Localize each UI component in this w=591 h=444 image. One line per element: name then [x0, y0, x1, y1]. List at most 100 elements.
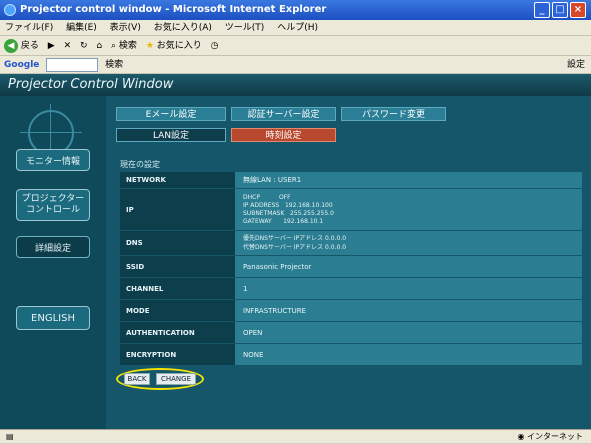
row-value: DHCP OFF IP ADDRESS 192.168.10.100 SUBNE…	[235, 189, 582, 231]
tab-lan[interactable]: LAN設定	[116, 128, 226, 142]
history-icon[interactable]: ◷	[211, 36, 219, 56]
status-bar: ▤ ◉ インターネット	[0, 429, 591, 443]
search-button[interactable]: ⌕ 検索	[111, 36, 137, 56]
browser-toolbar: ◀ 戻る ▶ ✕ ↻ ⌂ ⌕ 検索 ★ お気に入り ◷	[0, 36, 591, 56]
nav-english[interactable]: ENGLISH	[16, 306, 90, 330]
refresh-icon[interactable]: ↻	[80, 36, 88, 56]
section-title: 現在の設定	[120, 160, 160, 169]
tab-password-label: パスワード変更	[361, 110, 425, 120]
favorites-button[interactable]: ★ お気に入り	[146, 36, 202, 56]
nav-detail-settings-label: 詳細設定	[34, 243, 71, 254]
google-settings-button[interactable]: 設定	[567, 56, 585, 74]
google-toolbar: Google 検索 設定	[0, 56, 591, 74]
window-title: Projector control window - Microsoft Int…	[20, 4, 327, 15]
page-icon: ▤	[6, 432, 14, 441]
forward-button[interactable]: ▶	[48, 36, 55, 56]
maximize-button[interactable]: □	[552, 2, 568, 18]
table-row: IP DHCP OFF IP ADDRESS 192.168.10.100 SU…	[120, 189, 582, 231]
left-nav: モニター情報 プロジェクター コントロール 詳細設定 ENGLISH	[0, 96, 106, 429]
table-row: ENCRYPTION NONE	[120, 344, 582, 366]
row-key: CHANNEL	[120, 278, 235, 300]
value-line: 優先DNSサーバー IPアドレス 0.0.0.0	[243, 235, 347, 242]
app-title: Projector Control Window	[8, 77, 174, 92]
menu-edit[interactable]: 編集(E)	[61, 20, 102, 36]
menu-favorites[interactable]: お気に入り(A)	[149, 20, 217, 36]
row-key: NETWORK	[120, 172, 235, 189]
value-line: OPEN	[243, 328, 263, 337]
value-line: 代替DNSサーバー IPアドレス 0.0.0.0	[243, 244, 347, 251]
value-line: GATEWAY 192.168.10.1	[243, 217, 324, 225]
favorites-label: お気に入り	[156, 41, 202, 51]
nav-monitor-info[interactable]: モニター情報	[16, 149, 90, 171]
tab-email[interactable]: Eメール設定	[116, 107, 226, 121]
value-line: INFRASTRUCTURE	[243, 306, 306, 315]
table-row: SSID Panasonic Projector	[120, 256, 582, 278]
back-button[interactable]: ◀ 戻る	[4, 36, 39, 56]
value-line: NONE	[243, 350, 264, 359]
tab-password[interactable]: パスワード変更	[341, 107, 446, 121]
menu-file[interactable]: ファイル(F)	[0, 20, 58, 36]
menubar: ファイル(F) 編集(E) 表示(V) お気に入り(A) ツール(T) ヘルプ(…	[0, 20, 591, 36]
menu-view[interactable]: 表示(V)	[105, 20, 146, 36]
value-line: SUBNETMASK 255.255.255.0	[243, 209, 334, 217]
nav-projector-control[interactable]: プロジェクター コントロール	[16, 189, 90, 221]
home-icon[interactable]: ⌂	[96, 36, 102, 56]
ie-icon	[4, 4, 16, 16]
nav-detail-settings[interactable]: 詳細設定	[16, 236, 90, 258]
value-line: 無線LAN : USER1	[243, 176, 302, 184]
google-search-input[interactable]	[46, 57, 99, 72]
nav-projector-control-label: プロジェクター コントロール	[21, 194, 85, 215]
tab-email-label: Eメール設定	[145, 110, 197, 120]
value-line: DHCP OFF	[243, 193, 291, 201]
row-key: SSID	[120, 256, 235, 278]
star-icon: ★	[145, 41, 154, 51]
main-panel: Eメール設定 認証サーバー設定 パスワード変更 LAN設定 時刻設定 現在の設定…	[106, 96, 591, 429]
nav-monitor-label: モニター情報	[25, 156, 80, 167]
google-logo: Google	[4, 60, 40, 70]
tab-time-label: 時刻設定	[265, 131, 302, 141]
row-key: MODE	[120, 300, 235, 322]
app-header: Projector Control Window	[0, 74, 591, 96]
back-label: 戻る	[20, 41, 39, 51]
row-key: ENCRYPTION	[120, 344, 235, 366]
table-row: NETWORK 無線LAN : USER1	[120, 172, 582, 189]
change-label: CHANGE	[160, 375, 192, 383]
nav-english-label: ENGLISH	[31, 312, 75, 324]
value-line: 1	[243, 284, 248, 293]
back-action-label: BACK	[127, 375, 147, 383]
menu-help[interactable]: ヘルプ(H)	[272, 20, 323, 36]
globe-icon: ◉	[517, 432, 525, 441]
row-value: NONE	[235, 344, 582, 366]
search-icon: ⌕	[111, 41, 117, 51]
row-key: IP	[120, 189, 235, 231]
google-search-button[interactable]: 検索	[105, 60, 123, 70]
back-action-button[interactable]: BACK	[124, 373, 150, 385]
row-value: Panasonic Projector	[235, 256, 582, 278]
window-titlebar: Projector control window - Microsoft Int…	[0, 0, 591, 20]
table-row: CHANNEL 1	[120, 278, 582, 300]
menu-tools[interactable]: ツール(T)	[220, 20, 270, 36]
change-button[interactable]: CHANGE	[156, 373, 196, 385]
zone-label: インターネット	[527, 432, 583, 441]
value-line: IP ADDRESS 192.168.10.100	[243, 201, 333, 209]
close-button[interactable]: ×	[570, 2, 586, 18]
stop-icon[interactable]: ✕	[64, 36, 72, 56]
zone-indicator: ◉ インターネット	[517, 430, 583, 444]
back-arrow-icon: ◀	[4, 38, 18, 53]
table-row: AUTHENTICATION OPEN	[120, 322, 582, 344]
row-value: 1	[235, 278, 582, 300]
value-line: Panasonic Projector	[243, 262, 312, 271]
tab-auth-server-label: 認証サーバー設定	[247, 110, 320, 120]
search-label: 検索	[118, 41, 137, 51]
tab-lan-label: LAN設定	[152, 131, 190, 141]
row-key: AUTHENTICATION	[120, 322, 235, 344]
tab-auth-server[interactable]: 認証サーバー設定	[231, 107, 336, 121]
table-row: MODE INFRASTRUCTURE	[120, 300, 582, 322]
row-value: OPEN	[235, 322, 582, 344]
row-value: 優先DNSサーバー IPアドレス 0.0.0.0 代替DNSサーバー IPアドレ…	[235, 231, 582, 256]
row-value: INFRASTRUCTURE	[235, 300, 582, 322]
minimize-button[interactable]: _	[534, 2, 550, 18]
tab-time[interactable]: 時刻設定	[231, 128, 336, 142]
row-value: 無線LAN : USER1	[235, 172, 582, 189]
table-row: DNS 優先DNSサーバー IPアドレス 0.0.0.0 代替DNSサーバー I…	[120, 231, 582, 256]
